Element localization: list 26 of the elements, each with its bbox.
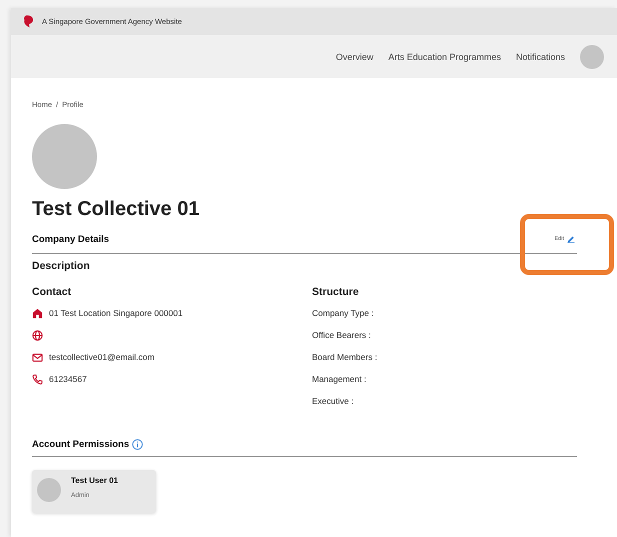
- pencil-icon: [567, 235, 575, 243]
- section-title: Account Permissions: [32, 438, 130, 450]
- mail-icon: [32, 352, 43, 362]
- structure-heading: Structure: [312, 286, 360, 298]
- contact-heading: Contact: [32, 286, 72, 298]
- section-title: Company Details: [32, 234, 110, 244]
- structure-label: Company Type :: [312, 308, 374, 318]
- contact-text: testcollective01@email.com: [49, 352, 154, 362]
- user-name: Test User 01: [71, 476, 118, 485]
- user-avatar: [37, 478, 61, 502]
- structure-label: Office Bearers :: [312, 330, 371, 340]
- nav-link[interactable]: Arts Education Programmes: [388, 52, 501, 62]
- phone-icon: [32, 374, 43, 384]
- profile-name: Test Collective 01: [32, 198, 200, 221]
- description-heading: Description: [32, 260, 91, 272]
- structure-label: Management :: [312, 374, 366, 384]
- house-icon: [32, 308, 43, 318]
- structure-label: Board Members :: [312, 352, 378, 362]
- structure-label: Executive :: [312, 396, 354, 406]
- nav-link[interactable]: Notifications: [516, 52, 565, 62]
- contact-text: 61234567: [49, 374, 87, 384]
- nav-link[interactable]: Overview: [336, 52, 374, 62]
- globe-icon: [32, 330, 43, 340]
- info-icon[interactable]: [132, 438, 144, 450]
- lion-logo-icon: [23, 15, 34, 28]
- contact-text: 01 Test Location Singapore 000001: [49, 308, 183, 318]
